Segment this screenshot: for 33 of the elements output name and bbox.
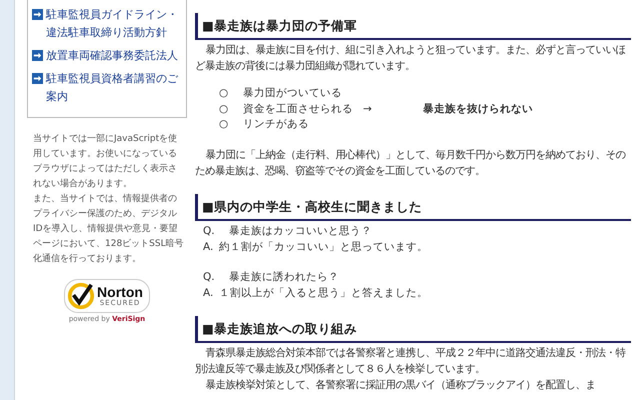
section-heading: ■暴走族は暴力団の予備軍 [195,13,631,40]
answer-text: １割以上が「入ると思う」と答えました。 [219,286,428,300]
bullet-icon: ○ [219,117,243,132]
question-label: Q. [203,224,216,238]
question-text: 暴走族に誘われたら？ [229,270,339,284]
body-text: 暴走族検挙対策として、各警察署に採証用の黒バイ（通称ブラックアイ）を配置し、ま [204,378,596,392]
arrow-icon [32,9,43,20]
badge-title: Norton [97,285,143,299]
notice-text: 当サイトでは一部にJavaScriptを使用しています。お使いになっているブラウザによってはただしく表示されない場合があります。 [33,132,178,191]
list-item: 暴力団がついている [243,86,343,101]
checkmark-icon [67,282,96,310]
question-label: Q. [203,270,216,284]
list-item: リンチがある [243,117,310,132]
arrow-text: → [363,102,373,116]
body-text: 青森県暴走族総合対策本部では各警察署と連携し、平成２２年中に道路交通法違反・刑法・特別法違反等で暴走族及び関係者として８６人を検挙しています。 [195,346,627,376]
question-text: 暴走族はカッコいいと思う？ [229,224,372,238]
section-heading: ■暴走族追放への取り組み [195,316,631,342]
result-text: 暴走族を抜けられない [423,102,534,116]
bullet-icon: ○ [219,102,243,117]
list-item: 資金を工面させられる [243,102,354,116]
answer-label: A. [203,240,214,254]
arrow-icon [32,73,43,84]
answer-text: 約１割が「カッコいい」と思っています。 [219,240,428,254]
sidebar-link[interactable]: 放置車両確認事務委託法人 [46,47,178,65]
sidebar-link[interactable]: 駐車監視員資格者講習のご案内 [46,70,180,106]
bullet-icon: ○ [219,86,243,102]
answer-label: A. [203,286,214,300]
body-text: 暴力団に「上納金（走行料、用心棒代）」として、毎月数千円から数万円を納めており、そのため暴走族は、恐喝、窃盗等でその資金を工面しているのです。 [195,148,626,178]
notice-text: また、当サイトでは、情報提供者のプライバシー保護のため、デジタルIDを導入し、情報提供や意見・要望ページにおいて、128ビットSSL暗号化通信を行っております。 [33,192,185,266]
sidebar-link[interactable]: 駐車監視員ガイドライン・違法駐車取締り活動方針 [46,6,180,42]
section-heading: ■県内の中学生・高校生に聞きました [195,194,631,220]
arrow-icon [32,50,43,61]
body-text: 暴力団は、暴走族に目を付け、組に引き入れようと狙っています。また、必ずと言っていいほど暴走族の背後には暴力団組織が隠れています。 [195,43,626,74]
